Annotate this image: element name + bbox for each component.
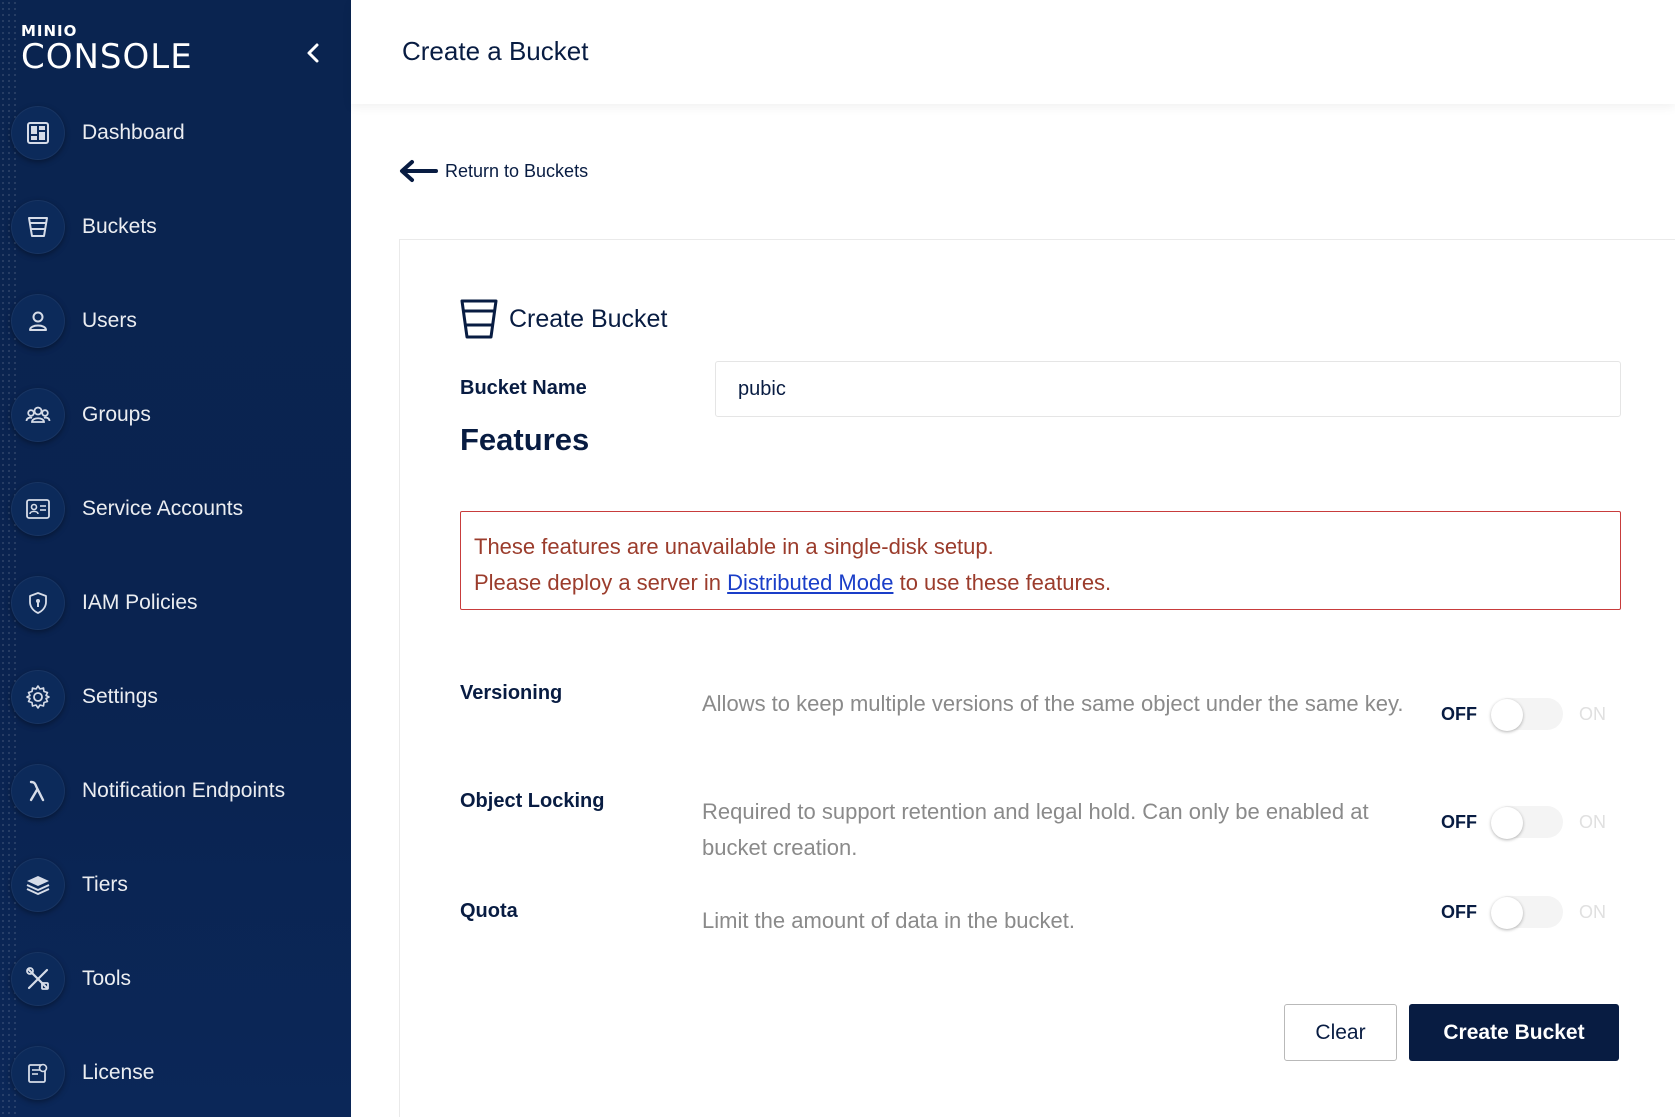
toggle-on-label: ON xyxy=(1579,703,1606,724)
layers-icon xyxy=(11,858,65,912)
sidebar-item-dashboard[interactable]: Dashboard xyxy=(0,93,351,173)
warning-line-2-suffix: to use these features. xyxy=(899,570,1112,595)
toggle-knob xyxy=(1491,699,1523,731)
warning-line-2-prefix: Please deploy a server in xyxy=(474,570,722,595)
sidebar-item-license[interactable]: License xyxy=(0,1033,351,1113)
versioning-label: Versioning xyxy=(460,682,563,704)
sidebar-item-buckets[interactable]: Buckets xyxy=(0,187,351,267)
sidebar-item-label: Dashboard xyxy=(82,121,185,144)
clear-button[interactable]: Clear xyxy=(1284,1004,1397,1061)
logo-large-text: CONSOLE xyxy=(21,37,193,77)
distributed-mode-link[interactable]: Distributed Mode xyxy=(727,570,893,595)
service-accounts-icon xyxy=(11,482,65,536)
dashboard-icon xyxy=(11,106,65,160)
create-bucket-button[interactable]: Create Bucket xyxy=(1409,1004,1619,1061)
page-header: Create a Bucket xyxy=(351,0,1675,104)
quota-switch[interactable] xyxy=(1491,896,1563,929)
return-to-buckets-label: Return to Buckets xyxy=(445,160,589,181)
sidebar-item-label: IAM Policies xyxy=(82,591,198,614)
toggle-knob xyxy=(1491,807,1523,839)
sidebar-item-notification-endpoints[interactable]: Notification Endpoints xyxy=(0,751,351,831)
license-icon xyxy=(11,1046,65,1100)
quota-description: Limit the amount of data in the bucket. xyxy=(702,908,1076,933)
create-bucket-heading: Create Bucket xyxy=(459,298,667,340)
warning-line-2: Please deploy a server in Distributed Mo… xyxy=(474,565,1607,601)
groups-icon xyxy=(11,388,65,442)
sidebar-item-groups[interactable]: Groups xyxy=(0,375,351,455)
return-to-buckets-link[interactable]: Return to Buckets xyxy=(398,158,588,184)
warning-line-1: These features are unavailable in a sing… xyxy=(474,534,994,559)
arrow-left-icon xyxy=(400,160,438,182)
quota-toggle: OFF ON xyxy=(1441,896,1606,929)
sidebar-item-settings[interactable]: Settings xyxy=(0,657,351,737)
sidebar-item-label: Buckets xyxy=(82,215,157,238)
chevron-left-icon xyxy=(307,43,319,63)
object-locking-switch[interactable] xyxy=(1491,806,1563,839)
features-heading: Features xyxy=(460,422,590,457)
tools-icon xyxy=(11,952,65,1006)
create-bucket-title: Create Bucket xyxy=(509,304,668,333)
lambda-icon xyxy=(11,764,65,818)
object-locking-toggle: OFF ON xyxy=(1441,806,1606,839)
bucket-icon xyxy=(460,299,498,339)
bucket-name-input[interactable] xyxy=(715,361,1621,417)
sidebar-item-label: Tiers xyxy=(82,873,128,896)
sidebar-item-tools[interactable]: Tools xyxy=(0,939,351,1019)
toggle-off-label: OFF xyxy=(1441,901,1477,922)
toggle-off-label: OFF xyxy=(1441,811,1477,832)
sidebar-item-label: Tools xyxy=(82,967,132,990)
sidebar-item-service-accounts[interactable]: Service Accounts xyxy=(0,469,351,549)
bucket-name-label: Bucket Name xyxy=(460,377,587,399)
sidebar-item-iam-policies[interactable]: IAM Policies xyxy=(0,563,351,643)
shield-icon xyxy=(11,576,65,630)
versioning-toggle: OFF ON xyxy=(1441,698,1606,731)
single-disk-warning: These features are unavailable in a sing… xyxy=(460,511,1621,610)
sidebar: MINIO CONSOLE Dashboard Buckets Users Gr… xyxy=(0,0,351,1117)
sidebar-item-users[interactable]: Users xyxy=(0,281,351,361)
gear-icon xyxy=(11,670,65,724)
object-locking-label: Object Locking xyxy=(460,790,605,812)
sidebar-item-label: Groups xyxy=(82,403,151,426)
versioning-description: Allows to keep multiple versions of the … xyxy=(702,691,1404,716)
user-icon xyxy=(11,294,65,348)
toggle-on-label: ON xyxy=(1579,811,1606,832)
versioning-switch[interactable] xyxy=(1491,698,1563,731)
sidebar-item-label: Service Accounts xyxy=(82,497,244,520)
page-title: Create a Bucket xyxy=(402,36,589,66)
quota-label: Quota xyxy=(460,900,518,922)
object-locking-description: Required to support retention and legal … xyxy=(702,799,1369,860)
minio-console-logo[interactable]: MINIO CONSOLE xyxy=(21,24,193,77)
toggle-knob xyxy=(1491,897,1523,929)
sidebar-item-label: License xyxy=(82,1061,155,1084)
sidebar-item-tiers[interactable]: Tiers xyxy=(0,845,351,925)
toggle-on-label: ON xyxy=(1579,901,1606,922)
sidebar-item-label: Notification Endpoints xyxy=(82,779,286,802)
sidebar-item-label: Users xyxy=(82,309,137,332)
bucket-icon xyxy=(11,200,65,254)
sidebar-item-label: Settings xyxy=(82,685,158,708)
toggle-off-label: OFF xyxy=(1441,703,1477,724)
collapse-sidebar-button[interactable] xyxy=(300,40,326,66)
